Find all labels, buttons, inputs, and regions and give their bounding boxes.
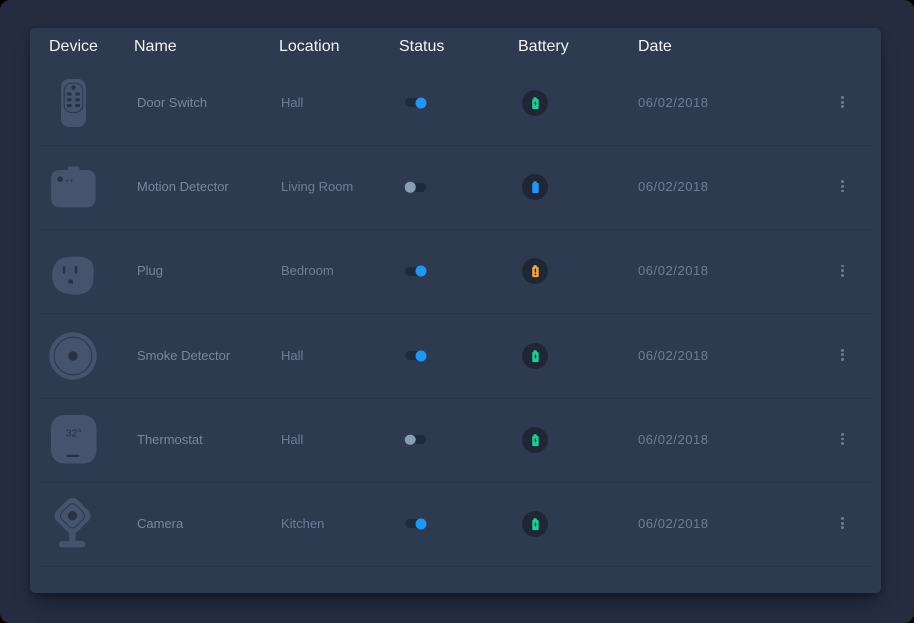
svg-text:32°: 32° — [66, 427, 82, 439]
